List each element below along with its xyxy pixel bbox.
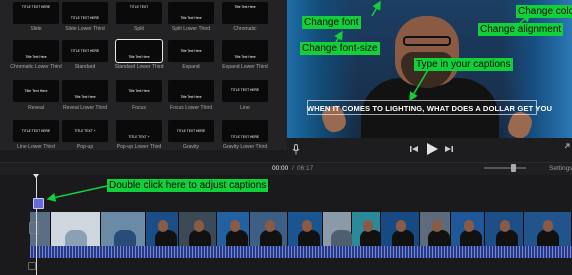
- title-name: Focus: [132, 105, 146, 111]
- title-name: Pop-up Lower Third: [116, 144, 162, 150]
- video-clip[interactable]: [485, 212, 524, 246]
- title-thumb-gravity[interactable]: TITLE TEXT HERE: [168, 120, 214, 142]
- play-icon[interactable]: [427, 143, 438, 157]
- title-name: Line Lower Third: [17, 144, 55, 150]
- title-thumb-reveal-lower-third[interactable]: Title Text Here: [62, 80, 108, 102]
- title-name: Standard Lower Third: [114, 64, 164, 70]
- annotation-change-alignment: Change alignment: [478, 23, 564, 36]
- skip-forward-icon[interactable]: [445, 145, 453, 155]
- video-clip[interactable]: [217, 212, 250, 246]
- title-thumb-focus-lower-third[interactable]: Title Text Here: [168, 80, 214, 102]
- title-name: Pop-up: [76, 144, 94, 150]
- title-thumb-chromatic[interactable]: Title Text Here: [222, 2, 268, 24]
- microphone-icon[interactable]: [292, 144, 300, 157]
- title-thumb-slide-lower-third[interactable]: TITLE TEXT HERE: [62, 2, 108, 24]
- zoom-slider-track[interactable]: [484, 167, 526, 169]
- title-name: Split: [134, 26, 144, 32]
- title-name: Slide: [30, 26, 42, 32]
- video-clip[interactable]: [288, 212, 324, 246]
- title-thumb-standard[interactable]: TITLE TEXT HERE: [62, 40, 108, 62]
- playhead-line[interactable]: [36, 175, 37, 275]
- video-clip[interactable]: [523, 212, 572, 246]
- total-time: 06:17: [297, 165, 314, 172]
- presenter-glasses: [403, 36, 451, 46]
- title-name: Gravity: [182, 144, 200, 150]
- title-name: Line: [240, 105, 250, 111]
- audio-waveform[interactable]: [30, 246, 572, 258]
- video-clip[interactable]: [450, 212, 486, 246]
- title-name: Split Lower Third: [171, 26, 211, 32]
- expand-icon[interactable]: [564, 141, 570, 151]
- titles-browser: TITLE TEXT HERE TITLE TEXT HERE TITLE TE…: [0, 0, 287, 150]
- annotation-double-click: Double click here to adjust captions: [107, 179, 269, 192]
- video-clip[interactable]: [249, 212, 289, 246]
- title-thumb-split[interactable]: TITLE TEXT: [116, 2, 162, 24]
- title-thumb-focus[interactable]: Title Text Here: [116, 80, 162, 102]
- title-name: Focus Lower Third: [169, 105, 213, 111]
- title-name: Slide Lower Third: [65, 26, 105, 32]
- lower-track-handle[interactable]: [28, 262, 36, 270]
- annotation-type-captions: Type in your captions: [414, 58, 513, 71]
- video-clip[interactable]: [51, 212, 102, 246]
- current-time: 00:00: [272, 165, 289, 172]
- video-clip[interactable]: [381, 212, 420, 246]
- title-name: Reveal: [28, 105, 44, 111]
- video-clip[interactable]: [101, 212, 146, 246]
- video-clip[interactable]: [352, 212, 382, 246]
- title-name: Chromatic Lower Third: [10, 64, 62, 70]
- title-thumb-pop-up-lower-third[interactable]: TITLE TEXT +: [116, 120, 162, 142]
- title-name: Expand Lower Third: [222, 64, 268, 70]
- title-thumb-expand[interactable]: Title Text Here: [168, 40, 214, 62]
- title-name: Reveal Lower Third: [62, 105, 108, 111]
- title-name: Gravity Lower Third: [222, 144, 268, 150]
- title-name: Expand: [182, 64, 200, 70]
- settings-button[interactable]: Settings: [549, 164, 572, 174]
- video-clip[interactable]: [323, 212, 354, 246]
- title-thumb-pop-up[interactable]: TITLE TEXT +: [62, 120, 108, 142]
- title-thumb-reveal[interactable]: Title Text Here: [13, 80, 59, 102]
- title-thumb-expand-lower-third[interactable]: Title Text Here: [222, 40, 268, 62]
- video-clip[interactable]: [145, 212, 179, 246]
- video-clip[interactable]: [178, 212, 218, 246]
- annotation-change-color: Change colo: [516, 5, 572, 18]
- zoom-slider-handle[interactable]: [511, 164, 516, 172]
- time-separator: /: [292, 165, 294, 172]
- playback-controls: [287, 138, 572, 162]
- caption-clip[interactable]: [33, 198, 44, 209]
- timeline-header: 00:00 / 06:17 Settings: [0, 162, 572, 175]
- caption-text[interactable]: WHEN IT COMES TO LIGHTING, WHAT DOES A D…: [291, 104, 568, 113]
- title-thumb-line-lower-third[interactable]: TITLE TEXT HERE: [13, 120, 59, 142]
- title-thumb-standard-lower-third[interactable]: Title Text Here: [115, 39, 163, 63]
- title-thumb-gravity-lower-third[interactable]: TITLE TEXT HERE: [222, 120, 268, 142]
- annotation-change-font-size: Change font-size: [300, 42, 380, 55]
- video-track[interactable]: [30, 212, 572, 246]
- title-thumb-split-lower-third[interactable]: Title Text Here: [168, 2, 214, 24]
- skip-back-icon[interactable]: [410, 145, 418, 155]
- track-handle-icon[interactable]: [29, 222, 39, 234]
- title-thumb-line[interactable]: TITLE TEXT HERE: [222, 80, 268, 102]
- title-thumb-chromatic-lower-third[interactable]: Title Text Here: [13, 40, 59, 62]
- video-clip[interactable]: [419, 212, 451, 246]
- title-name: Chromatic: [233, 26, 257, 32]
- title-thumb-slide[interactable]: TITLE TEXT HERE: [13, 2, 59, 24]
- title-name: Standard: [74, 64, 96, 70]
- annotation-change-font: Change font: [302, 16, 361, 29]
